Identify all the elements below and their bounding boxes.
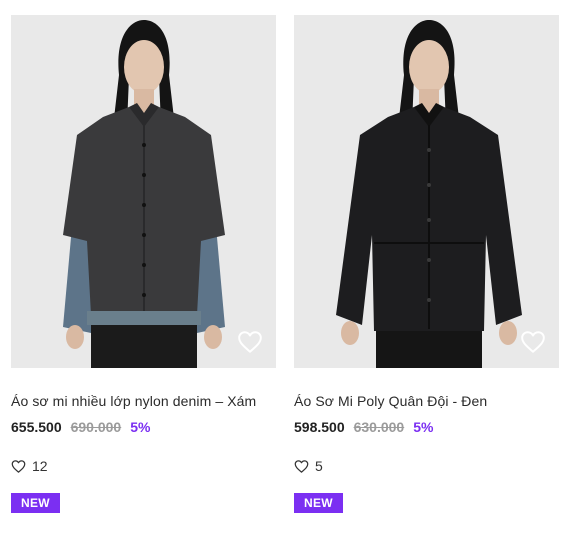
favorite-button[interactable] — [236, 328, 264, 356]
sale-price: 598.500 — [294, 419, 345, 435]
heart-outline-icon — [238, 331, 262, 353]
product-image[interactable] — [11, 15, 276, 368]
original-price: 630.000 — [353, 419, 405, 435]
favorite-button[interactable] — [519, 328, 547, 356]
heart-outline-icon[interactable] — [294, 459, 309, 474]
like-count: 5 — [294, 458, 560, 474]
product-image[interactable] — [294, 15, 559, 368]
price-row: 598.500 630.000 5% — [294, 419, 560, 435]
product-name[interactable]: Áo sơ mi nhiều lớp nylon denim – Xám — [11, 393, 277, 409]
new-badge: NEW — [294, 493, 343, 513]
like-count: 12 — [11, 458, 277, 474]
heart-outline-icon[interactable] — [11, 459, 26, 474]
heart-outline-icon — [521, 331, 545, 353]
original-price: 690.000 — [70, 419, 122, 435]
product-card[interactable]: Áo Sơ Mi Poly Quân Đội - Đen 598.500 630… — [294, 0, 560, 513]
discount-percent: 5% — [413, 419, 434, 435]
product-grid: Áo sơ mi nhiều lớp nylon denim – Xám 655… — [0, 0, 570, 533]
model-illustration — [336, 20, 522, 368]
sale-price: 655.500 — [11, 419, 62, 435]
like-count-value: 12 — [32, 458, 48, 474]
new-badge: NEW — [11, 493, 60, 513]
model-illustration — [63, 20, 225, 368]
price-row: 655.500 690.000 5% — [11, 419, 277, 435]
discount-percent: 5% — [130, 419, 151, 435]
product-card[interactable]: Áo sơ mi nhiều lớp nylon denim – Xám 655… — [11, 0, 277, 513]
like-count-value: 5 — [315, 458, 323, 474]
product-name[interactable]: Áo Sơ Mi Poly Quân Đội - Đen — [294, 393, 560, 409]
